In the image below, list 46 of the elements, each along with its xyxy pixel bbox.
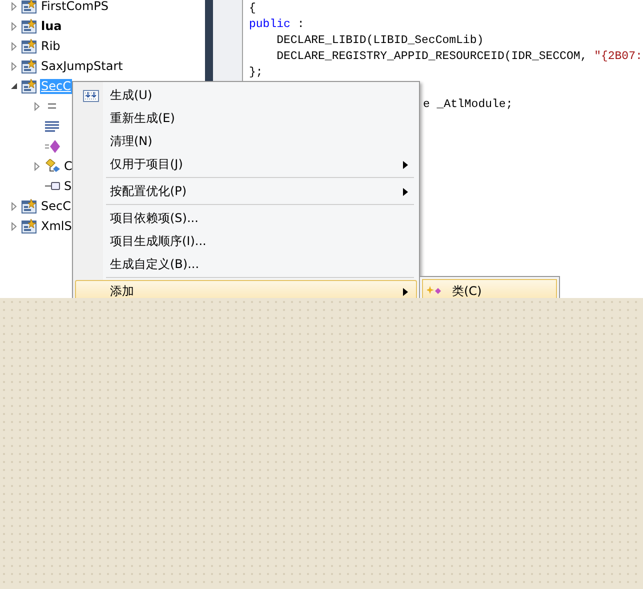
collapsed-arrow-icon[interactable] [10, 22, 18, 30]
collapsed-arrow-icon[interactable] [33, 162, 41, 170]
code-text: : [296, 18, 304, 31]
collapsed-arrow-icon[interactable] [10, 2, 18, 10]
submenu-arrow-icon [403, 188, 408, 196]
menu-item[interactable]: 重新生成(E) [75, 107, 417, 130]
project-icon [21, 18, 37, 34]
menu-item[interactable]: 类(C) [422, 279, 557, 298]
lines-icon [48, 103, 56, 109]
project-icon [21, 58, 37, 74]
tree-item[interactable]: C [63, 158, 74, 174]
project-icon [21, 218, 37, 234]
project-icon [21, 198, 37, 214]
code-text: { [249, 2, 256, 15]
tree-item[interactable]: XmlS [40, 218, 73, 234]
menu-item[interactable]: 添加 [75, 280, 417, 298]
collapsed-arrow-icon[interactable] [10, 62, 18, 70]
code-text: }; [249, 66, 263, 79]
tree-item[interactable]: SecC [40, 198, 72, 214]
project-icon [21, 38, 37, 54]
tree-item[interactable]: Rib [40, 38, 62, 54]
string-literal: "{2B07: [594, 50, 642, 63]
build-icon [83, 90, 99, 102]
menu-item[interactable]: 项目生成顺序(I)... [75, 230, 417, 253]
menu-item[interactable]: 生成(U) [75, 84, 417, 107]
tree-item[interactable]: S [63, 178, 73, 194]
tree-item[interactable]: lua [40, 18, 63, 34]
menu-item[interactable]: 项目依赖项(S)... [75, 207, 417, 230]
keyword: public [249, 18, 290, 31]
tree-item[interactable]: FirstComPS [40, 0, 110, 14]
collapsed-arrow-icon[interactable] [10, 42, 18, 50]
menu-item[interactable]: 清理(N) [75, 130, 417, 153]
submenu-arrow-icon [403, 288, 408, 296]
collapsed-arrow-icon[interactable] [10, 202, 18, 210]
project-icon [21, 78, 37, 94]
code-text: DECLARE_LIBID(LIBID_SecComLib) [276, 34, 484, 47]
add-class-icon [427, 286, 442, 296]
code-text: e _AtlModule; [423, 98, 513, 111]
collapsed-arrow-icon[interactable] [10, 222, 18, 230]
tree-item[interactable]: SaxJumpStart [40, 58, 124, 74]
project-icon [21, 0, 37, 14]
class-icon [44, 159, 60, 173]
code-text: DECLARE_REGISTRY_APPID_RESOURCEID(IDR_SECCOM, [276, 50, 588, 63]
submenu-arrow-icon [403, 160, 408, 168]
collapsed-arrow-icon[interactable] [33, 102, 41, 110]
expanded-arrow-icon[interactable] [10, 82, 18, 90]
